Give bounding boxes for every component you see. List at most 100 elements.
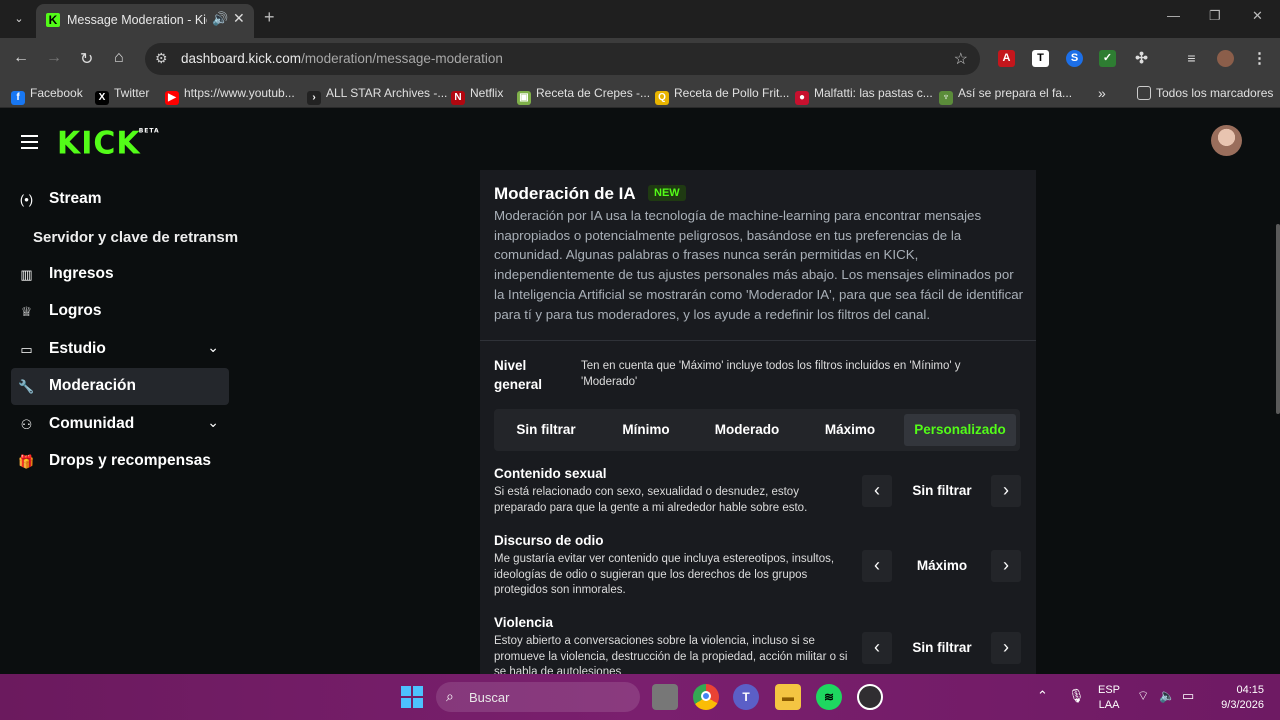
logo-beta: BETA xyxy=(138,127,160,135)
close-window-icon[interactable]: ✕ xyxy=(1252,8,1263,24)
clock-date: 9/3/2026 xyxy=(1221,699,1264,711)
extensions-icon[interactable]: ✣ xyxy=(1133,50,1150,67)
shazam-extension-icon[interactable]: S xyxy=(1066,50,1083,67)
sidebar-item-logros[interactable]: ♕ Logros xyxy=(11,293,229,330)
site-settings-icon[interactable]: ⚙ xyxy=(155,50,168,67)
bookmark-item[interactable]: N Netflix xyxy=(451,86,503,105)
browser-tab[interactable]: K Message Moderation - Kick 🔊 ✕ xyxy=(36,4,254,38)
gift-icon: 🎁 xyxy=(18,454,35,469)
hamburger-menu-icon[interactable] xyxy=(21,135,38,149)
back-icon[interactable]: ← xyxy=(13,49,29,67)
url-text[interactable]: dashboard.kick.com/moderation/message-mo… xyxy=(181,51,503,66)
tab-search-icon[interactable]: ⌄ xyxy=(8,8,30,30)
sidebar-item-estudio[interactable]: ▭ Estudio ⌄ xyxy=(11,331,229,368)
kick-logo[interactable]: KICKBETA xyxy=(57,125,160,162)
bookmark-item[interactable]: ▶ https://www.youtub... xyxy=(165,86,295,105)
sidebar-item-stream[interactable]: (•) Stream xyxy=(11,181,229,218)
page-scrollbar[interactable] xyxy=(1276,224,1280,414)
close-tab-icon[interactable]: ✕ xyxy=(233,10,245,27)
sidebar-item-drops[interactable]: 🎁 Drops y recompensas xyxy=(11,443,229,480)
clock[interactable]: 04:15 9/3/2026 xyxy=(1212,683,1264,713)
ai-moderation-card: Moderación de IA NEW Moderación por IA u… xyxy=(480,170,1036,680)
sidebar-item-comunidad[interactable]: ⚇ Comunidad ⌄ xyxy=(11,406,229,443)
sidebar-item-ingresos[interactable]: ▥ Ingresos xyxy=(11,256,229,293)
profile-icon[interactable] xyxy=(1217,50,1234,67)
wifi-icon[interactable]: ⌔ xyxy=(1137,688,1149,704)
media-control-icon[interactable]: ≡ xyxy=(1183,50,1200,67)
address-bar[interactable]: ⚙ dashboard.kick.com/moderation/message-… xyxy=(145,43,980,75)
bookmark-label: https://www.youtub... xyxy=(184,86,295,100)
shield-extension-icon[interactable]: ✓ xyxy=(1099,50,1116,67)
battery-icon[interactable]: ▭ xyxy=(1182,688,1194,704)
bookmark-item[interactable]: ▣ Receta de Crepes -... xyxy=(517,86,650,105)
show-hidden-icons-icon[interactable]: ⌃ xyxy=(1037,688,1048,704)
pdf-extension-icon[interactable]: A xyxy=(998,50,1015,67)
category-description: Si está relacionado con sexo, sexualidad… xyxy=(494,486,808,514)
windows-start-icon[interactable] xyxy=(401,686,423,708)
text-extension-icon[interactable]: T xyxy=(1032,50,1049,67)
bookmark-item[interactable]: ♆ Así se prepara el fa... xyxy=(939,86,1072,105)
task-view-icon[interactable] xyxy=(652,684,678,710)
bookmark-label: Malfatti: las pastas c... xyxy=(814,86,933,100)
allstar-icon: › xyxy=(307,91,321,105)
all-bookmarks-label: Todos los marcadores xyxy=(1156,86,1274,100)
level-option[interactable]: Personalizado xyxy=(904,414,1016,446)
volume-icon[interactable]: 🔈 xyxy=(1159,688,1175,704)
netflix-icon: N xyxy=(451,91,465,105)
bookmark-item[interactable]: › ALL STAR Archives -... xyxy=(307,86,447,105)
level-option[interactable]: Sin filtrar xyxy=(498,414,594,446)
bookmark-item[interactable]: ● Malfatti: las pastas c... xyxy=(795,86,933,105)
category-level-stepper: ‹ Máximo › xyxy=(862,550,1022,582)
new-badge: NEW xyxy=(648,185,686,201)
chevron-down-icon[interactable]: ⌄ xyxy=(207,339,219,356)
bookmark-label: ALL STAR Archives -... xyxy=(326,86,448,100)
category-level-value: Sin filtrar xyxy=(912,640,972,655)
language-indicator[interactable]: ESP LAA xyxy=(1098,683,1120,713)
bookmark-star-icon[interactable]: ☆ xyxy=(954,49,968,69)
user-avatar[interactable] xyxy=(1211,125,1242,156)
file-explorer-icon[interactable]: ▬ xyxy=(775,684,801,710)
logo-text: KICK xyxy=(57,125,141,162)
new-tab-icon[interactable]: + xyxy=(264,7,275,28)
minimize-icon[interactable]: — xyxy=(1167,8,1180,23)
bookmark-label: Receta de Crepes -... xyxy=(536,86,651,100)
lang-bottom: LAA xyxy=(1098,699,1120,711)
all-bookmarks-folder[interactable]: Todos los marcadores xyxy=(1137,86,1273,100)
nivel-general-label: Nivel general xyxy=(494,358,543,392)
chevron-left-icon[interactable]: ‹ xyxy=(862,550,892,582)
bookmarks-bar: » Todos los marcadores f Facebook X Twitter… xyxy=(0,80,1280,108)
spotify-icon[interactable]: ≋ xyxy=(816,684,842,710)
tab-title: Message Moderation - Kick xyxy=(67,13,207,27)
reload-icon[interactable]: ↻ xyxy=(80,49,93,69)
bookmark-item[interactable]: f Facebook xyxy=(11,86,83,105)
bookmark-label: Facebook xyxy=(30,86,83,100)
level-option[interactable]: Máximo xyxy=(800,414,900,446)
chevron-right-icon[interactable]: › xyxy=(991,475,1021,507)
chevron-down-icon[interactable]: ⌄ xyxy=(207,414,219,431)
sidebar-subitem-stream-key[interactable]: Servidor y clave de retransm xyxy=(33,229,238,246)
teams-icon[interactable]: T xyxy=(733,684,759,710)
level-option[interactable]: Mínimo xyxy=(598,414,694,446)
level-option[interactable]: Moderado xyxy=(698,414,796,446)
level-selector: Sin filtrar Mínimo Moderado Máximo Personali… xyxy=(494,409,1020,451)
broadcast-icon: (•) xyxy=(19,192,34,207)
chevron-right-icon[interactable]: › xyxy=(991,632,1021,664)
microphone-icon[interactable]: 🎙 xyxy=(1068,688,1085,704)
bookmark-item[interactable]: X Twitter xyxy=(95,86,149,105)
windows-taskbar: ⌕ Buscar T ▬ ≋ ⌃ 🎙 ESP LAA ⌔ 🔈 ▭ 04:15 9/3… xyxy=(0,674,1280,720)
sidebar-item-moderacion[interactable]: 🔧 Moderación xyxy=(11,368,229,405)
restore-icon[interactable]: ❐ xyxy=(1209,8,1221,24)
chevron-left-icon[interactable]: ‹ xyxy=(862,475,892,507)
forward-icon[interactable]: → xyxy=(46,49,62,67)
clock-time: 04:15 xyxy=(1236,684,1264,696)
more-bookmarks-icon[interactable]: » xyxy=(1098,85,1106,101)
bookmark-item[interactable]: Q Receta de Pollo Frit... xyxy=(655,86,789,105)
chrome-icon[interactable] xyxy=(693,684,719,710)
taskbar-search[interactable]: ⌕ Buscar xyxy=(436,682,640,712)
chevron-left-icon[interactable]: ‹ xyxy=(862,632,892,664)
chevron-right-icon[interactable]: › xyxy=(991,550,1021,582)
more-menu-icon[interactable]: ⋮ xyxy=(1251,50,1268,67)
obs-icon[interactable] xyxy=(857,684,883,710)
audio-playing-icon[interactable]: 🔊 xyxy=(212,11,228,27)
home-icon[interactable]: ⌂ xyxy=(114,49,124,67)
